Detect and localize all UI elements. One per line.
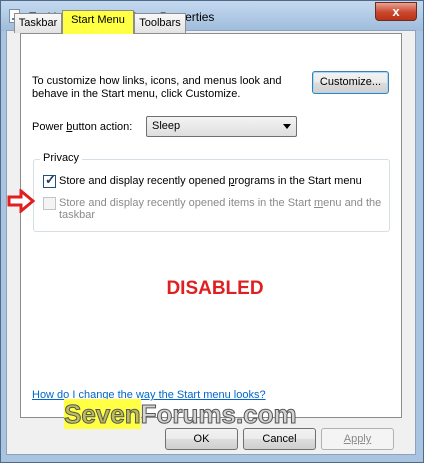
close-button[interactable]: x [375, 2, 417, 21]
ok-button[interactable]: OK [165, 428, 238, 450]
privacy-group [33, 159, 390, 232]
chevron-down-icon [283, 124, 291, 129]
customize-button[interactable]: Customize... [312, 71, 389, 94]
intro-text: To customize how links, icons, and menus… [32, 75, 282, 100]
apply-button[interactable]: Apply [321, 428, 394, 450]
close-icon: x [392, 4, 400, 19]
recent-items-checkbox[interactable] [43, 197, 56, 210]
privacy-group-label: Privacy [40, 152, 83, 164]
recent-programs-checkbox[interactable]: ✓ [43, 172, 56, 188]
tab-start-menu[interactable]: Start Menu [62, 10, 134, 34]
sevenforums-watermark: SevenForums.com [64, 399, 298, 430]
power-button-action-label: Power button action: [32, 121, 133, 133]
tab-taskbar[interactable]: Taskbar [14, 13, 62, 33]
recent-programs-label[interactable]: Store and display recently opened progra… [59, 175, 362, 187]
disabled-annotation: DISABLED [166, 278, 264, 299]
tab-toolbars[interactable]: Toolbars [134, 13, 186, 33]
recent-items-label[interactable]: Store and display recently opened items … [59, 197, 384, 221]
cancel-button[interactable]: Cancel [243, 428, 316, 450]
power-button-action-value: Sleep [152, 120, 181, 132]
checkmark-icon: ✓ [45, 172, 56, 187]
power-button-action-select[interactable]: Sleep [146, 116, 297, 137]
red-outline-arrow-right-icon [7, 189, 35, 213]
